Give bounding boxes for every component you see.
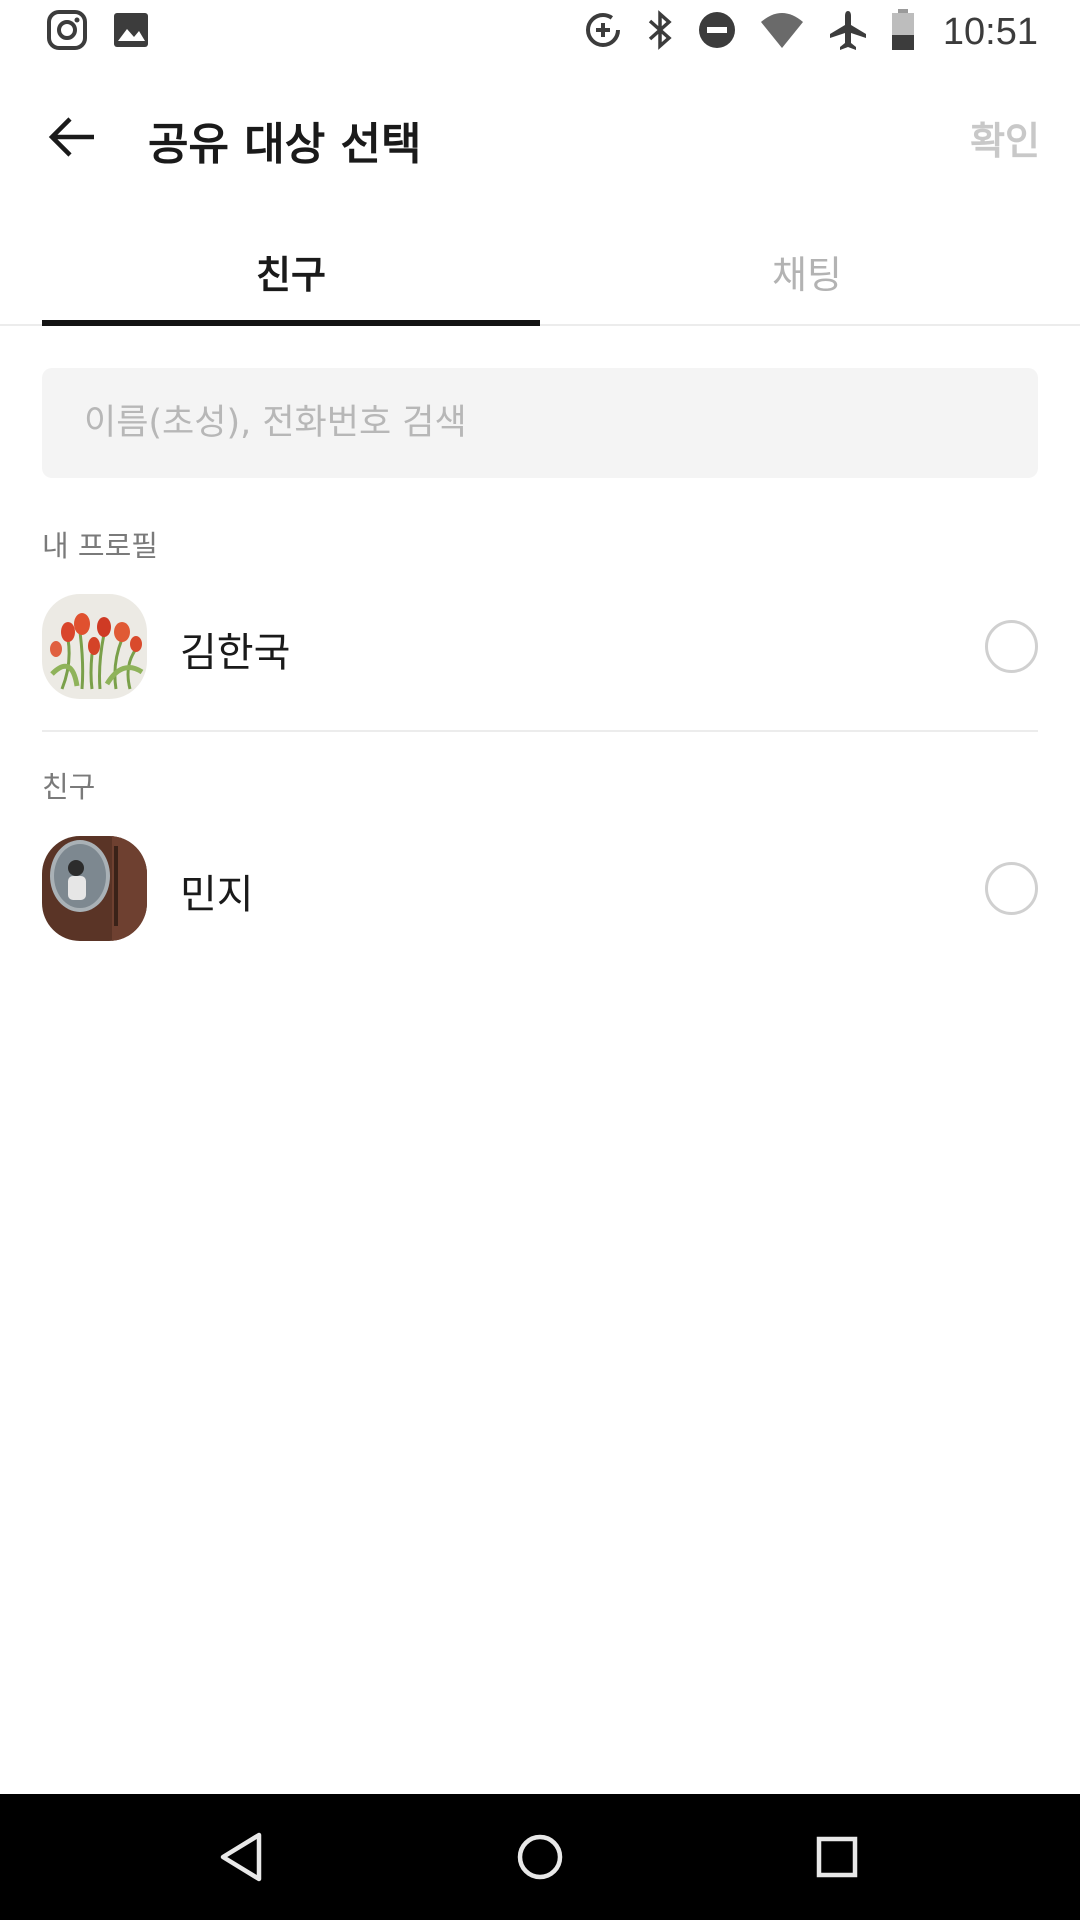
triangle-back-icon xyxy=(220,1832,262,1882)
tab-friends[interactable]: 친구 xyxy=(42,244,540,299)
tab-bar: 친구 채팅 xyxy=(0,222,1080,326)
list-item[interactable]: 민지 xyxy=(0,836,1080,946)
share-target-screen: 10:51 공유 대상 선택 확인 친구 채팅 내 프로필 xyxy=(0,0,1080,1920)
section-header-my-profile: 내 프로필 xyxy=(42,529,158,563)
section-header-friends: 친구 xyxy=(42,770,96,804)
tab-chats[interactable]: 채팅 xyxy=(558,244,1056,299)
airplane-mode-icon xyxy=(827,9,869,55)
status-time: 10:51 xyxy=(942,10,1038,53)
page-title: 공유 대상 선택 xyxy=(148,119,422,170)
status-bar: 10:51 xyxy=(0,0,1080,64)
select-radio[interactable] xyxy=(985,862,1038,915)
square-recents-icon xyxy=(816,1836,858,1878)
navigation-bar xyxy=(0,1794,1080,1920)
avatar xyxy=(42,836,147,941)
mirror-selfie-photo xyxy=(42,836,147,941)
search-input[interactable] xyxy=(84,403,984,443)
confirm-button[interactable]: 확인 xyxy=(970,110,1040,165)
circle-home-icon xyxy=(517,1834,563,1880)
wifi-icon xyxy=(759,10,805,54)
section-divider xyxy=(42,730,1038,732)
friend-name: 민지 xyxy=(180,872,254,918)
data-saver-icon xyxy=(583,10,623,54)
avatar xyxy=(42,594,147,699)
tab-indicator xyxy=(42,320,540,326)
app-bar: 공유 대상 선택 확인 xyxy=(0,88,1080,184)
select-radio[interactable] xyxy=(985,620,1038,673)
bluetooth-icon xyxy=(645,10,675,54)
gallery-icon xyxy=(112,11,150,53)
back-arrow-icon xyxy=(48,117,94,157)
nav-back-button[interactable] xyxy=(208,1824,274,1890)
battery-icon xyxy=(891,9,915,55)
do-not-disturb-icon xyxy=(697,10,737,54)
tulips-photo xyxy=(42,594,147,699)
search-box xyxy=(42,368,1038,478)
instagram-icon xyxy=(46,9,88,55)
nav-recents-button[interactable] xyxy=(804,1824,870,1890)
nav-home-button[interactable] xyxy=(507,1824,573,1890)
list-item[interactable]: 김한국 xyxy=(0,594,1080,704)
profile-name: 김한국 xyxy=(180,630,291,676)
back-button[interactable] xyxy=(40,106,102,168)
